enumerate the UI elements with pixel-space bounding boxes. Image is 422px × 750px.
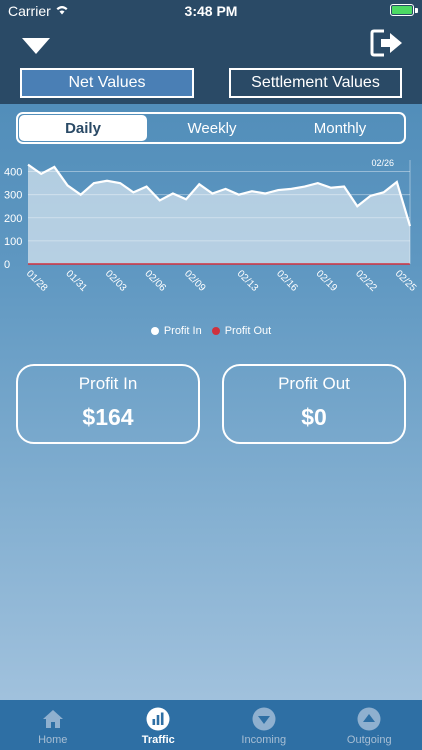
x-tick-label: 02/16 (274, 268, 300, 294)
battery-tip (415, 8, 418, 13)
status-time: 3:48 PM (184, 3, 238, 19)
profit-out-label: Profit Out (278, 374, 350, 393)
chevron-down-icon[interactable] (20, 36, 52, 56)
tab-incoming-label: Incoming (241, 733, 287, 746)
status-bar: Carrier 3:48 PM (0, 0, 422, 22)
x-tick-label: 02/22 (353, 268, 379, 294)
y-tick-label: 100 (4, 236, 22, 248)
down-arrow-icon (252, 707, 276, 730)
tab-outgoing[interactable]: Outgoing (317, 700, 422, 750)
tab-incoming[interactable]: Incoming (211, 700, 317, 750)
profit-chart: 0 100 200 300 400 02/26 01/28 01/31 02/03 02/06 02… (4, 158, 419, 294)
x-tick-label: 02/25 (393, 268, 419, 294)
profit-in-card[interactable]: Profit In $164 (16, 364, 200, 444)
battery-icon (390, 4, 414, 16)
x-tick-label: 02/09 (182, 268, 208, 294)
marker-label: 02/26 (371, 158, 394, 168)
net-values-button[interactable]: Net Values (20, 68, 194, 98)
legend-dot-profit-in (150, 327, 159, 335)
x-tick-label: 02/03 (103, 268, 129, 294)
profit-out-value: $0 (301, 404, 327, 430)
top-header: Net Values Settlement Values (0, 22, 422, 104)
bottom-tabbar: Home Traffic Incoming Outgoing (0, 700, 422, 750)
up-arrow-icon (357, 707, 381, 730)
period-tabs: Daily Weekly Monthly (16, 112, 406, 144)
profit-in-label: Profit In (78, 374, 138, 393)
y-tick-label: 300 (4, 190, 22, 202)
profit-out-card[interactable]: Profit Out $0 (222, 364, 406, 444)
tab-traffic-label: Traffic (141, 733, 175, 746)
legend-profit-in-label: Profit In (163, 325, 202, 337)
legend-profit-out: Profit Out (211, 325, 272, 337)
legend-profit-in: Profit In (150, 325, 202, 337)
tab-traffic[interactable]: Traffic (106, 700, 212, 750)
legend-profit-out-label: Profit Out (224, 325, 272, 337)
x-tick-label: 02/06 (142, 268, 168, 294)
x-tick-label: 02/13 (235, 268, 261, 294)
settlement-values-button[interactable]: Settlement Values (229, 68, 402, 98)
tab-daily[interactable]: Daily (19, 115, 147, 141)
home-icon (42, 709, 63, 728)
tab-outgoing-label: Outgoing (346, 733, 392, 746)
profit-in-area (28, 164, 410, 264)
x-tick-label: 02/19 (314, 268, 340, 294)
profit-in-value: $164 (82, 404, 134, 430)
y-tick-label: 0 (4, 259, 10, 271)
tab-home-label: Home (38, 733, 68, 746)
legend-dot-profit-out (211, 327, 220, 335)
logout-icon[interactable] (370, 28, 404, 58)
tab-home[interactable]: Home (0, 700, 106, 750)
tab-weekly[interactable]: Weekly (148, 114, 276, 142)
y-tick-label: 200 (4, 213, 22, 225)
chart-icon (146, 707, 170, 730)
y-tick-label: 400 (4, 167, 22, 179)
chart-legend: Profit In Profit Out (0, 325, 422, 337)
x-tick-label: 01/31 (63, 268, 89, 294)
tab-monthly[interactable]: Monthly (276, 114, 404, 142)
x-tick-label: 01/28 (24, 268, 50, 294)
